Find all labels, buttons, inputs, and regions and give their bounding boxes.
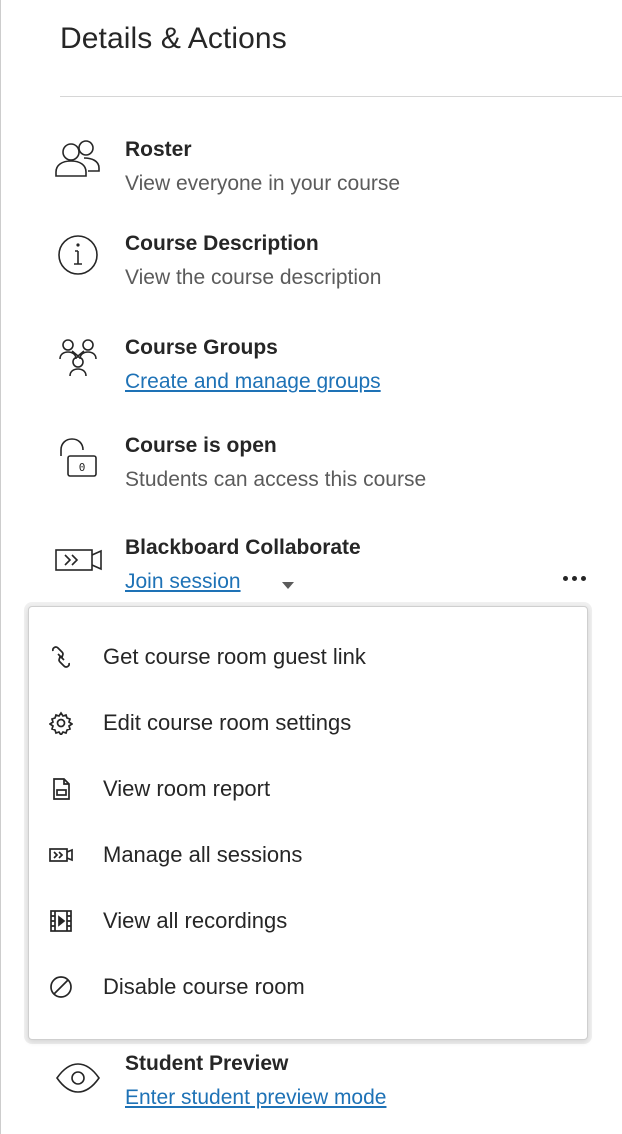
menu-item-view-recordings[interactable]: View all recordings	[29, 893, 587, 949]
roster-item: Roster View everyone in your course	[50, 138, 610, 208]
people-icon	[50, 138, 106, 188]
svg-text:0: 0	[79, 461, 86, 474]
course-description-subtitle: View the course description	[125, 266, 382, 289]
collaborate-icon	[50, 536, 106, 586]
report-icon	[49, 777, 73, 801]
link-icon	[49, 645, 73, 669]
sessions-icon	[49, 843, 73, 867]
panel-title: Details & Actions	[60, 22, 287, 55]
menu-item-label: Disable course room	[103, 974, 305, 999]
course-open-title[interactable]: Course is open	[125, 434, 277, 458]
menu-item-label: Manage all sessions	[103, 842, 303, 867]
create-manage-groups-link[interactable]: Create and manage groups	[125, 370, 381, 394]
menu-item-edit-settings[interactable]: Edit course room settings	[29, 695, 587, 751]
disable-icon	[49, 975, 73, 999]
roster-subtitle: View everyone in your course	[125, 172, 401, 195]
more-options-button[interactable]	[554, 564, 594, 592]
collaborate-options-menu: Get course room guest link Edit course r…	[28, 606, 588, 1040]
menu-item-guest-link[interactable]: Get course room guest link	[29, 629, 587, 685]
collaborate-title: Blackboard Collaborate	[125, 536, 361, 559]
course-description-title[interactable]: Course Description	[125, 232, 319, 256]
dot	[571, 575, 577, 581]
course-open-subtitle: Students can access this course	[125, 468, 427, 491]
dot	[562, 575, 568, 581]
roster-title[interactable]: Roster	[125, 138, 192, 162]
enter-student-preview-link[interactable]: Enter student preview mode	[125, 1086, 386, 1110]
unlock-icon: 0	[50, 434, 106, 484]
panel-left-border	[0, 0, 1, 1134]
eye-icon	[50, 1052, 106, 1102]
menu-item-manage-sessions[interactable]: Manage all sessions	[29, 827, 587, 883]
menu-item-label: View room report	[103, 776, 271, 801]
collaborate-item: Blackboard Collaborate Join session	[50, 536, 610, 606]
course-groups-item: Course Groups Create and manage groups	[50, 336, 610, 406]
divider	[60, 96, 622, 97]
menu-item-label: Get course room guest link	[103, 644, 366, 669]
menu-item-label: View all recordings	[103, 908, 288, 933]
menu-item-room-report[interactable]: View room report	[29, 761, 587, 817]
groups-icon	[50, 336, 106, 386]
menu-item-label: Edit course room settings	[103, 710, 352, 735]
join-session-dropdown-caret-icon[interactable]	[282, 582, 294, 589]
course-open-item: 0 Course is open Students can access thi…	[50, 434, 610, 504]
gear-icon	[48, 711, 74, 737]
dot	[580, 575, 586, 581]
join-session-link[interactable]: Join session	[125, 570, 241, 594]
student-preview-title: Student Preview	[125, 1052, 289, 1075]
menu-item-disable-room[interactable]: Disable course room	[29, 959, 587, 1015]
course-groups-title: Course Groups	[125, 336, 278, 359]
info-icon	[50, 232, 106, 282]
student-preview-item: Student Preview Enter student preview mo…	[50, 1052, 610, 1122]
course-description-item: Course Description View the course descr…	[50, 232, 610, 302]
recordings-icon	[49, 909, 73, 933]
